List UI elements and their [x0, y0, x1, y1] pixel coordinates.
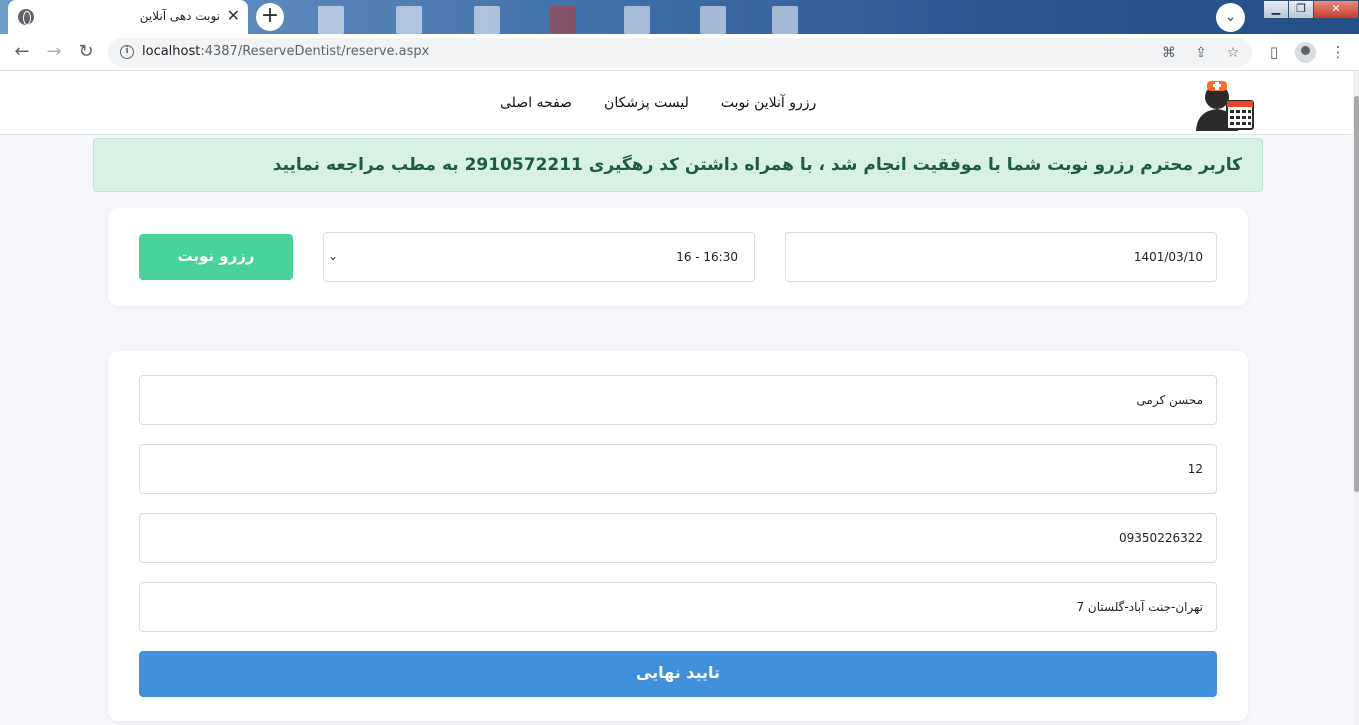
chevron-down-icon: ⌄: [328, 249, 339, 263]
address-input[interactable]: تهران-جنت آباد-گلستان 7: [139, 582, 1217, 632]
menu-icon[interactable]: ⋮: [1328, 42, 1348, 62]
profile-avatar-icon[interactable]: [1295, 42, 1316, 63]
nav-home[interactable]: صفحه اصلی: [500, 95, 572, 111]
translate-icon[interactable]: ⌘: [1160, 44, 1178, 62]
address-bar[interactable]: i localhost:4387/ReserveDentist/reserve.…: [108, 38, 1252, 67]
back-icon[interactable]: ←: [10, 40, 34, 64]
side-panel-icon[interactable]: ▯: [1264, 42, 1284, 62]
desktop-icon: [772, 6, 798, 34]
date-input[interactable]: 1401/03/10: [785, 232, 1217, 282]
name-input[interactable]: محسن کرمی: [139, 375, 1217, 425]
url-path: :4387/ReserveDentist/reserve.aspx: [200, 44, 430, 59]
number-input[interactable]: 12: [139, 444, 1217, 494]
browser-tab[interactable]: نوبت دهی آنلاین ✕: [8, 0, 248, 34]
restore-icon[interactable]: ❐: [1288, 0, 1314, 19]
reload-icon[interactable]: ↻: [74, 40, 98, 64]
desktop-icon: [474, 6, 500, 34]
phone-input[interactable]: 09350226322: [139, 513, 1217, 563]
star-icon[interactable]: ☆: [1224, 44, 1242, 62]
desktop-icon: [550, 6, 576, 34]
main-nav: صفحه اصلی لیست پزشکان رزرو آنلاین نوبت: [500, 71, 860, 135]
minimize-icon[interactable]: ▁: [1263, 0, 1289, 19]
desktop-icon: [396, 6, 422, 34]
window-close-icon[interactable]: ✕: [1313, 0, 1359, 19]
reserve-button[interactable]: رزرو نوبت: [139, 234, 293, 280]
url-text: localhost:4387/ReserveDentist/reserve.as…: [142, 44, 429, 59]
globe-icon: [18, 9, 34, 25]
url-host: localhost: [142, 44, 201, 59]
scrollbar-thumb[interactable]: [1354, 96, 1359, 492]
desktop-icon: [700, 6, 726, 34]
browser-tabstrip: نوبت دهی آنلاین ✕ + ⌄ ▁ ❐ ✕: [0, 0, 1359, 34]
final-confirm-button[interactable]: تایید نهایی: [139, 651, 1217, 697]
success-alert: کاربر محترم رزرو نوبت شما با موفقیت انجا…: [93, 138, 1263, 192]
doctor-calendar-logo-icon: [1196, 81, 1254, 131]
info-icon[interactable]: i: [120, 45, 134, 59]
desktop-icon: [624, 6, 650, 34]
chevron-down-icon[interactable]: ⌄: [1216, 3, 1245, 32]
forward-icon[interactable]: →: [42, 40, 66, 64]
close-icon[interactable]: ✕: [227, 7, 240, 25]
nav-doctors-list[interactable]: لیست پزشکان: [604, 95, 689, 111]
time-slot-select[interactable]: 16 - 16:30 ⌄: [323, 232, 755, 282]
tab-title: نوبت دهی آنلاین: [139, 9, 220, 23]
nav-online-reservation[interactable]: رزرو آنلاین نوبت: [721, 95, 816, 111]
share-icon[interactable]: ⇪: [1192, 44, 1210, 62]
browser-toolbar: ← → ↻ i localhost:4387/ReserveDentist/re…: [0, 34, 1359, 71]
site-header: صفحه اصلی لیست پزشکان رزرو آنلاین نوبت: [0, 71, 1359, 135]
new-tab-button[interactable]: +: [256, 3, 284, 31]
time-slot-value: 16 - 16:30: [676, 250, 738, 264]
desktop-icon: [318, 6, 344, 34]
window-controls: ▁ ❐ ✕: [1263, 0, 1359, 19]
